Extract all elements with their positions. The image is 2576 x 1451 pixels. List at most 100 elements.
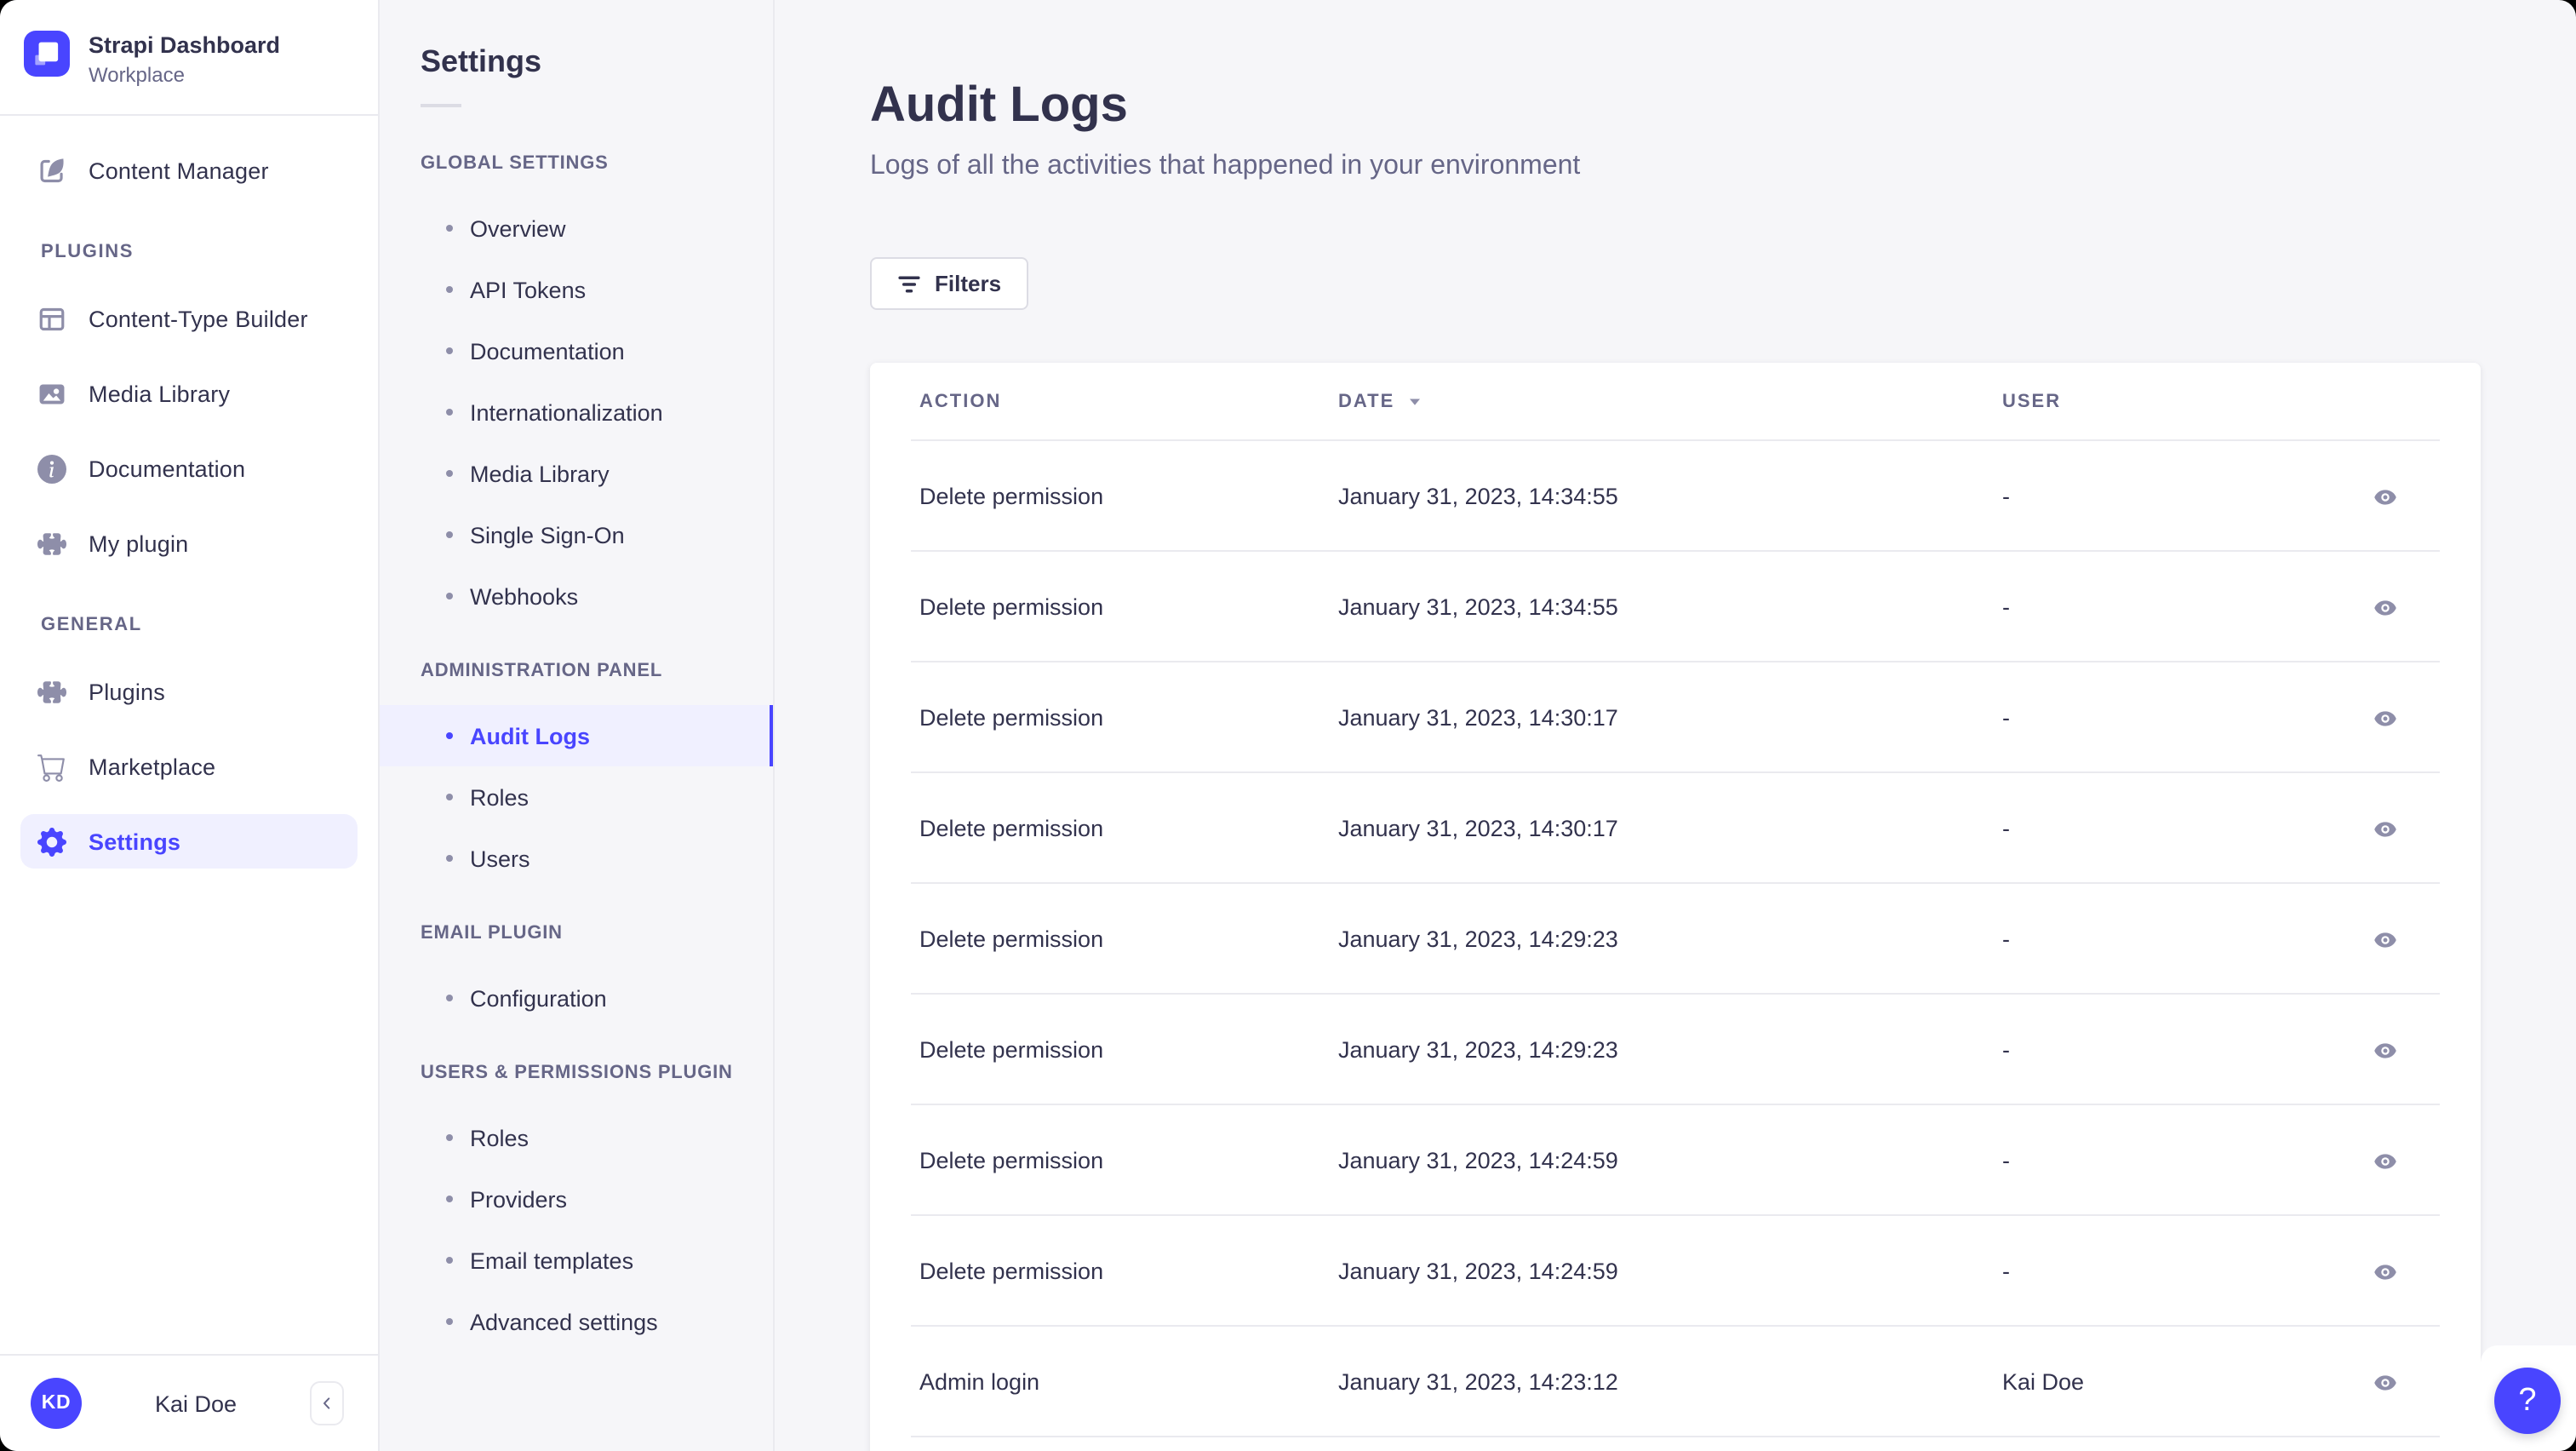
column-header-date-sort[interactable]: DATE [1338, 392, 2002, 412]
strapi-admin-app: Strapi Dashboard Workplace Content Manag… [0, 0, 2576, 1451]
settings-nav-item-documentation[interactable]: Documentation [380, 320, 773, 381]
cell-action: Delete permission [919, 484, 1104, 509]
view-details-button[interactable] [2361, 694, 2409, 742]
view-details-button[interactable] [2361, 1137, 2409, 1184]
cell-action: Delete permission [919, 705, 1104, 731]
sidebar-item-label: Settings [89, 829, 181, 854]
settings-nav-item-roles[interactable]: Roles [380, 766, 773, 828]
chevron-left-icon [318, 1395, 335, 1412]
sidebar-item-label: Plugins [89, 679, 165, 704]
subnav-item-label: Configuration [470, 985, 607, 1011]
sort-descending-icon [1406, 393, 1423, 410]
sidebar-item-label: Marketplace [89, 754, 216, 779]
bullet-icon [446, 1196, 453, 1202]
table-row[interactable]: Delete permission January 31, 2023, 14:2… [870, 1216, 2481, 1327]
settings-nav-item-overview[interactable]: Overview [380, 198, 773, 259]
sidebar-item-label: Documentation [89, 456, 246, 481]
view-details-button[interactable] [2361, 1358, 2409, 1406]
settings-nav-item-internationalization[interactable]: Internationalization [380, 381, 773, 443]
table-row[interactable]: Admin login January 31, 2023, 14:23:12 K… [870, 1327, 2481, 1437]
table-header-row: ACTION DATE USER [870, 363, 2481, 441]
filters-button[interactable]: Filters [870, 257, 1029, 310]
media-library-icon [37, 379, 66, 408]
cell-user: - [2002, 1259, 2010, 1284]
table-row[interactable]: Delete permission January 31, 2023, 14:2… [870, 1105, 2481, 1216]
sidebar-section: Content Manager [20, 143, 358, 198]
bullet-icon [446, 995, 453, 1001]
cell-date: January 31, 2023, 14:29:23 [1338, 926, 1618, 952]
sidebar-item-settings[interactable]: Settings [20, 814, 358, 869]
table-row[interactable]: Delete permission January 31, 2023, 14:2… [870, 995, 2481, 1105]
bullet-icon [446, 1134, 453, 1141]
cell-action: Delete permission [919, 1259, 1104, 1284]
sidebar-item-label: Content Manager [89, 158, 269, 183]
eye-icon [2373, 706, 2397, 730]
cell-date: January 31, 2023, 14:29:23 [1338, 1037, 1618, 1063]
settings-subnav: Settings GLOBAL SETTINGS Overview API To… [380, 0, 775, 1451]
settings-nav-item-roles[interactable]: Roles [380, 1107, 773, 1168]
sidebar-item-content-type-builder[interactable]: Content-Type Builder [20, 291, 358, 346]
subnav-item-label: API Tokens [470, 277, 587, 302]
subnav-item-label: Documentation [470, 338, 625, 364]
settings-nav-item-api-tokens[interactable]: API Tokens [380, 259, 773, 320]
sidebar-item-media-library[interactable]: Media Library [20, 366, 358, 421]
settings-nav-item-audit-logs[interactable]: Audit Logs [380, 705, 773, 766]
column-header-user: USER [2002, 392, 2062, 412]
sidebar-item-plugins[interactable]: Plugins [20, 664, 358, 719]
eye-icon [2373, 927, 2397, 951]
subnav-title-divider [421, 104, 461, 107]
table-row[interactable]: Delete permission January 31, 2023, 14:3… [870, 662, 2481, 773]
view-details-button[interactable] [2361, 1247, 2409, 1295]
brand[interactable]: Strapi Dashboard Workplace [0, 0, 378, 116]
subnav-item-label: Internationalization [470, 399, 663, 425]
sidebar-item-documentation[interactable]: Documentation [20, 441, 358, 496]
table-row[interactable]: Delete permission January 31, 2023, 14:2… [870, 884, 2481, 995]
view-details-button[interactable] [2361, 915, 2409, 963]
view-details-button[interactable] [2361, 583, 2409, 631]
bullet-icon [446, 593, 453, 599]
user-name: Kai Doe [154, 1391, 238, 1416]
view-details-button[interactable] [2361, 1026, 2409, 1074]
content-type-builder-icon [37, 304, 66, 333]
sidebar-item-marketplace[interactable]: Marketplace [20, 739, 358, 794]
help-button[interactable]: ? [2494, 1368, 2561, 1434]
avatar[interactable]: KD [31, 1378, 82, 1429]
subnav-item-label: Roles [470, 1125, 530, 1150]
cell-action: Delete permission [919, 1037, 1104, 1063]
eye-icon [2373, 817, 2397, 840]
table-row[interactable]: Delete permission January 31, 2023, 14:3… [870, 441, 2481, 552]
sidebar-item-label: My plugin [89, 531, 189, 556]
table-body: Delete permission January 31, 2023, 14:3… [870, 441, 2481, 1437]
subnav-item-label: Media Library [470, 461, 610, 486]
marketplace-icon [37, 752, 66, 781]
brand-name: Strapi Dashboard [89, 32, 281, 58]
subnav-item-label: Email templates [470, 1247, 634, 1273]
collapse-sidebar-button[interactable] [310, 1381, 344, 1425]
view-details-button[interactable] [2361, 473, 2409, 520]
subnav-item-label: Webhooks [470, 583, 579, 609]
subnav-section: USERS & PERMISSIONS PLUGIN Roles Provide… [380, 1061, 773, 1352]
table-row[interactable]: Delete permission January 31, 2023, 14:3… [870, 773, 2481, 884]
bullet-icon [446, 794, 453, 800]
cell-date: January 31, 2023, 14:30:17 [1338, 705, 1618, 731]
cell-action: Delete permission [919, 1148, 1104, 1173]
settings-nav-item-providers[interactable]: Providers [380, 1168, 773, 1230]
settings-nav-item-media-library[interactable]: Media Library [380, 443, 773, 504]
table-row[interactable]: Delete permission January 31, 2023, 14:3… [870, 552, 2481, 662]
settings-nav-item-users[interactable]: Users [380, 828, 773, 889]
cell-user: Kai Doe [2002, 1369, 2085, 1395]
brand-workspace: Workplace [89, 63, 185, 87]
sidebar-item-content-manager[interactable]: Content Manager [20, 143, 358, 198]
app-sidebar: Strapi Dashboard Workplace Content Manag… [0, 0, 380, 1451]
settings-nav-item-configuration[interactable]: Configuration [380, 967, 773, 1029]
settings-nav-item-single-sign-on[interactable]: Single Sign-On [380, 504, 773, 565]
subnav-section: EMAIL PLUGIN Configuration [380, 921, 773, 1029]
settings-nav-item-webhooks[interactable]: Webhooks [380, 565, 773, 627]
settings-nav-item-email-templates[interactable]: Email templates [380, 1230, 773, 1291]
subnav-heading-global-settings: GLOBAL SETTINGS [421, 153, 609, 174]
view-details-button[interactable] [2361, 805, 2409, 852]
sidebar-item-my-plugin[interactable]: My plugin [20, 516, 358, 571]
subnav-item-label: Users [470, 846, 530, 871]
cell-action: Delete permission [919, 816, 1104, 841]
settings-nav-item-advanced-settings[interactable]: Advanced settings [380, 1291, 773, 1352]
